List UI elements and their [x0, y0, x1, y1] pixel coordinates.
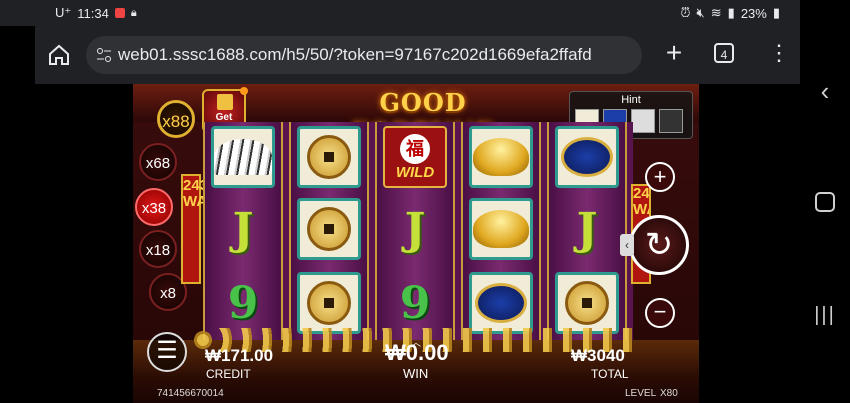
koi-fish-icon [561, 137, 613, 177]
credit-value: ₩171.00 [205, 346, 274, 365]
signal-icon: ▮ [727, 5, 735, 20]
symbol-9: 9 [399, 277, 431, 329]
home-nav-icon[interactable] [800, 192, 850, 217]
gold-ingot-icon [473, 210, 529, 248]
coin-icon [307, 207, 351, 251]
koi-fish-icon [475, 283, 527, 323]
symbol-coin [297, 198, 361, 260]
ways-badge-left: 243 WAYS [181, 174, 226, 284]
multiplier-x68: x68 [139, 143, 177, 181]
gold-ingot-icon [473, 138, 529, 176]
clock: 11:34 [77, 5, 109, 21]
decrease-bet-button[interactable]: − [645, 298, 675, 328]
carrier-label: U⁺ [55, 5, 72, 20]
ticket-id: 741456670014 [157, 388, 224, 399]
address-bar[interactable]: web01.sssc1688.com/h5/50/?token=97167c20… [86, 36, 642, 74]
symbol-ingot [469, 126, 533, 188]
tab-switcher-button[interactable]: 4 [714, 43, 734, 63]
hint-label: Hint [621, 94, 641, 106]
wild-label: WILD [395, 163, 435, 181]
alarm-icon: ⏰︎ [680, 5, 691, 20]
reel-2 [289, 122, 369, 340]
symbol-fish [555, 126, 619, 188]
symbol-j: J [404, 203, 426, 255]
multiplier-x38: x38 [135, 188, 173, 226]
symbol-coin [555, 272, 619, 334]
system-nav-bar: ‹ ||| [800, 0, 850, 403]
symbol-coin [297, 272, 361, 334]
coin-icon [307, 135, 351, 179]
win-value: ₩0.00 [385, 340, 449, 365]
reel-4 [461, 122, 541, 340]
wifi-icon: ≋ [710, 5, 722, 20]
coin-icon [565, 281, 609, 325]
status-bar: U⁺ 11:34 🔒︎ ⏰︎ 🔇︎ ≋ ▮ 23% ▮ [0, 0, 800, 26]
total-label: TOTAL [591, 367, 629, 381]
battery-icon: ▮ [772, 5, 780, 20]
hint-emblem-icon [659, 109, 683, 133]
total-value: ₩3040 [571, 346, 625, 365]
menu-kebab-icon[interactable]: ⋮ [768, 40, 790, 66]
lock-icon: 🔒︎ [130, 6, 137, 19]
mute-icon: 🔇︎ [696, 5, 705, 20]
home-icon[interactable] [47, 43, 71, 67]
reel-1: J 9 [203, 122, 283, 340]
coin-icon [307, 281, 351, 325]
reel-area: J 9 福 WILD J 9 J [203, 122, 633, 340]
symbol-fish [469, 272, 533, 334]
fan-icon [214, 139, 272, 175]
site-settings-icon[interactable] [96, 47, 112, 63]
symbol-ingot [469, 198, 533, 260]
calendar-icon [114, 8, 125, 18]
ways-label-right: 243 WAYS [633, 185, 650, 218]
new-tab-button[interactable]: + [659, 38, 689, 68]
symbol-wild: 福 WILD [383, 126, 447, 188]
symbol-fan [211, 126, 275, 188]
multiplier-x88: x88 [157, 100, 195, 138]
recents-icon[interactable]: ||| [800, 304, 850, 327]
level-value: X80 [660, 388, 678, 399]
back-icon[interactable]: ‹ [800, 76, 850, 107]
game-title: GOOD FORTUNE [351, 88, 494, 146]
increase-bet-button[interactable]: + [645, 162, 675, 192]
reel-5: J [547, 122, 627, 340]
auto-spin-arrow-icon[interactable]: ‹ [620, 234, 634, 256]
spin-button[interactable]: ↻ [629, 215, 689, 275]
notification-dot [240, 87, 248, 95]
win-label: WIN [403, 366, 429, 381]
gift-icon [217, 94, 233, 110]
slot-game: GOOD FORTUNE Get More Hint x88 x68 x38 x… [133, 84, 699, 403]
symbol-j: J [232, 203, 254, 255]
symbol-coin [297, 126, 361, 188]
fu-emblem: 福 [400, 133, 430, 164]
symbol-9: 9 [227, 277, 259, 329]
battery-text: 23% [740, 5, 767, 21]
reel-3: 福 WILD J 9 [375, 122, 455, 340]
symbol-j: J [576, 203, 598, 255]
url-text: web01.sssc1688.com/h5/50/?token=97167c20… [118, 45, 592, 64]
menu-button[interactable]: ☰ [147, 332, 187, 372]
hint-fan-icon [631, 109, 655, 133]
multiplier-x18: x18 [139, 230, 177, 268]
level-label: LEVEL [625, 388, 657, 399]
browser-toolbar: web01.sssc1688.com/h5/50/?token=97167c20… [35, 26, 800, 84]
credit-label: CREDIT [206, 367, 251, 381]
